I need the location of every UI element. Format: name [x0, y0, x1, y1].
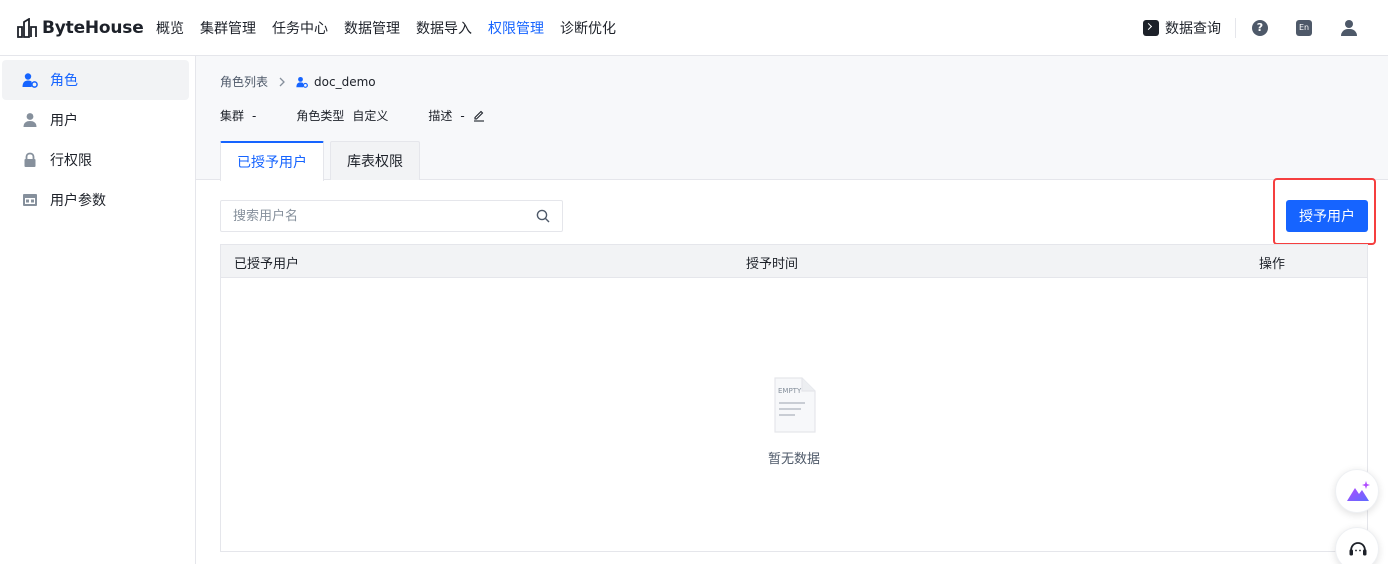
headset-icon — [1349, 542, 1367, 556]
nav-item-diagnostics[interactable]: 诊断优化 — [560, 18, 616, 38]
role-header: 角色列表 doc_demo 集群 - 角色类型 自定义 描述 - 已授予用户 库… — [196, 56, 1388, 181]
role-meta: 集群 - 角色类型 自定义 描述 - — [220, 107, 485, 124]
sidebar-item-label: 角色 — [50, 73, 78, 89]
nav-item-overview[interactable]: 概览 — [156, 18, 184, 38]
sidebar-item-user[interactable]: 用户 — [2, 100, 189, 140]
top-right-actions: 数据查询 ? En — [1143, 0, 1388, 56]
tab-table-permissions[interactable]: 库表权限 — [330, 141, 420, 180]
user-icon — [23, 113, 37, 127]
granted-users-table: 已授予用户 授予时间 操作 EMPTY 暂无数据 — [220, 244, 1368, 552]
role-type-label: 角色类型 — [296, 109, 345, 123]
empty-icon-text: EMPTY — [778, 387, 802, 395]
breadcrumb-current: doc_demo — [296, 75, 376, 89]
sidebar-item-label: 用户参数 — [50, 193, 106, 209]
data-query-button[interactable]: 数据查询 — [1143, 18, 1221, 38]
column-header-actions: 操作 — [1259, 257, 1286, 272]
role-type-value: 自定义 — [352, 109, 389, 123]
top-nav-bar: ByteHouse 概览 集群管理 任务中心 数据管理 数据导入 权限管理 诊断… — [0, 0, 1388, 56]
grant-user-button[interactable]: 授予用户 — [1286, 200, 1368, 232]
tab-granted-users[interactable]: 已授予用户 — [220, 141, 324, 181]
language-icon[interactable]: En — [1296, 20, 1312, 36]
data-query-label: 数据查询 — [1165, 21, 1221, 37]
help-icon[interactable]: ? — [1252, 20, 1268, 36]
search-icon[interactable] — [536, 209, 550, 223]
nav-item-data[interactable]: 数据管理 — [344, 18, 400, 38]
breadcrumb: 角色列表 doc_demo — [220, 73, 376, 90]
sidebar-item-label: 行权限 — [50, 153, 92, 169]
role-icon — [296, 76, 308, 88]
empty-file-icon: EMPTY — [774, 377, 816, 433]
cluster-value: - — [252, 108, 257, 123]
table-header: 已授予用户 授予时间 操作 — [221, 245, 1367, 278]
nav-item-cluster[interactable]: 集群管理 — [200, 18, 256, 38]
sidebar: 角色 用户 行权限 用户参数 — [0, 56, 196, 564]
logo[interactable]: ByteHouse — [16, 16, 144, 40]
edit-icon[interactable] — [473, 110, 485, 122]
nav-item-tasks[interactable]: 任务中心 — [272, 18, 328, 38]
role-icon — [22, 73, 38, 88]
ai-assistant-button[interactable] — [1335, 469, 1379, 513]
tabs: 已授予用户 库表权限 — [220, 141, 426, 181]
search-input[interactable] — [221, 201, 521, 231]
main-nav: 概览 集群管理 任务中心 数据管理 数据导入 权限管理 诊断优化 — [156, 0, 632, 56]
empty-text: 暂无数据 — [767, 452, 820, 467]
description-value: - — [460, 108, 465, 123]
breadcrumb-current-label: doc_demo — [314, 74, 376, 89]
empty-state: EMPTY 暂无数据 — [221, 278, 1367, 551]
support-button[interactable] — [1335, 527, 1379, 564]
lock-icon — [24, 152, 36, 167]
cluster-label: 集群 — [220, 109, 245, 123]
bytehouse-logo-icon — [17, 18, 37, 38]
terminal-icon — [1143, 20, 1159, 36]
sparkle-mountain-icon — [1347, 481, 1370, 501]
nav-item-import[interactable]: 数据导入 — [416, 18, 472, 38]
sidebar-item-role[interactable]: 角色 — [2, 60, 189, 100]
logo-text: ByteHouse — [42, 18, 144, 38]
description-label: 描述 — [428, 109, 453, 123]
chevron-right-icon — [279, 77, 285, 86]
sidebar-item-user-params[interactable]: 用户参数 — [2, 180, 189, 220]
column-header-time: 授予时间 — [746, 257, 799, 272]
search-box — [220, 200, 563, 232]
divider — [1235, 18, 1236, 38]
account-icon[interactable] — [1340, 19, 1358, 37]
sidebar-item-row-permission[interactable]: 行权限 — [2, 140, 189, 180]
nav-item-permissions[interactable]: 权限管理 — [488, 18, 544, 38]
column-header-user: 已授予用户 — [234, 257, 300, 272]
params-icon — [23, 194, 37, 206]
sidebar-item-label: 用户 — [50, 113, 78, 129]
breadcrumb-parent[interactable]: 角色列表 — [220, 73, 268, 90]
main-content: 角色列表 doc_demo 集群 - 角色类型 自定义 描述 - 已授予用户 库… — [196, 56, 1388, 564]
